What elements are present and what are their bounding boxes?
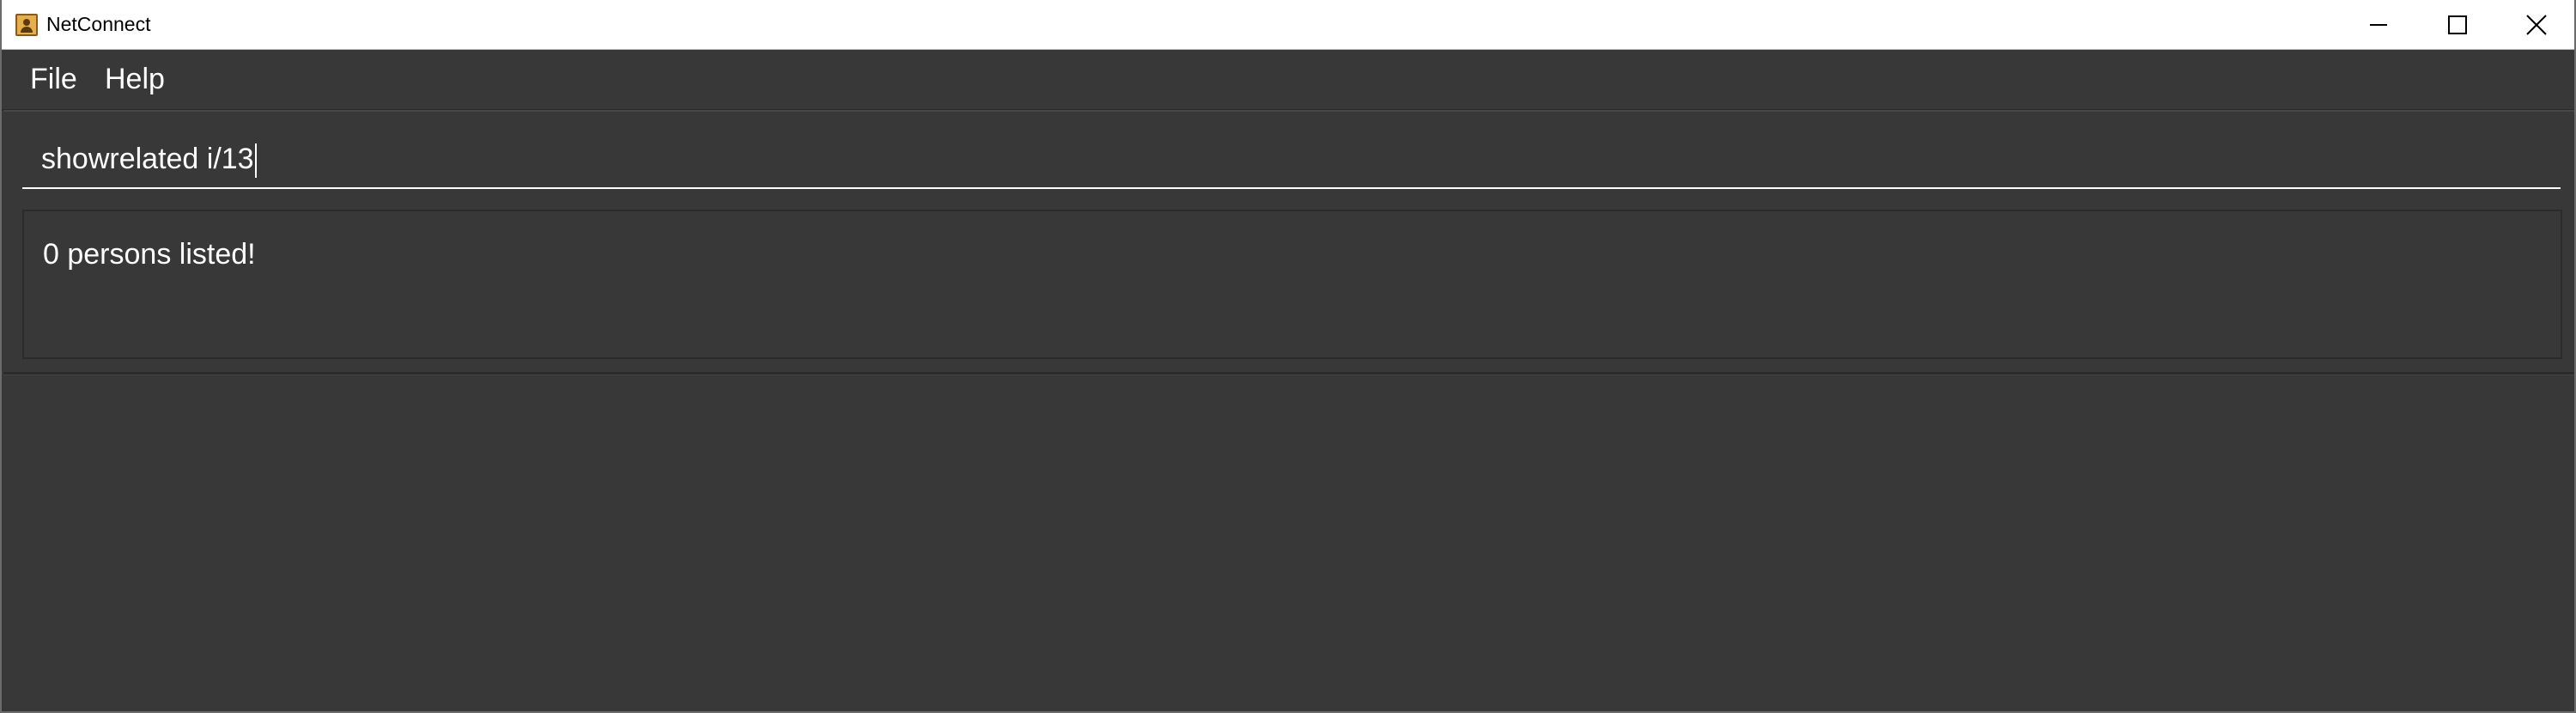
command-input[interactable]: showrelated i/13 xyxy=(22,131,2561,189)
maximize-button[interactable] xyxy=(2418,0,2497,49)
person-list-panel xyxy=(3,375,2574,711)
result-display-container: 0 persons listed! xyxy=(3,196,2574,375)
result-display: 0 persons listed! xyxy=(22,210,2562,359)
result-message: 0 persons listed! xyxy=(43,238,256,271)
app-window: NetConnect File Help showrelated i/13 0 … xyxy=(0,0,2576,713)
maximize-icon xyxy=(2448,15,2467,34)
text-caret xyxy=(254,143,257,179)
close-button[interactable] xyxy=(2497,0,2574,49)
command-input-text: showrelated i/13 xyxy=(41,143,254,175)
close-icon xyxy=(2526,14,2547,35)
minimize-button[interactable] xyxy=(2339,0,2418,49)
contact-book-icon xyxy=(15,14,38,36)
title-bar[interactable]: NetConnect xyxy=(2,0,2574,50)
command-box-container: showrelated i/13 xyxy=(3,110,2574,197)
menu-help[interactable]: Help xyxy=(89,50,180,109)
window-title: NetConnect xyxy=(46,13,151,35)
menu-file[interactable]: File xyxy=(15,50,93,109)
menu-bar: File Help xyxy=(2,50,2574,111)
minimize-icon xyxy=(2370,23,2387,26)
